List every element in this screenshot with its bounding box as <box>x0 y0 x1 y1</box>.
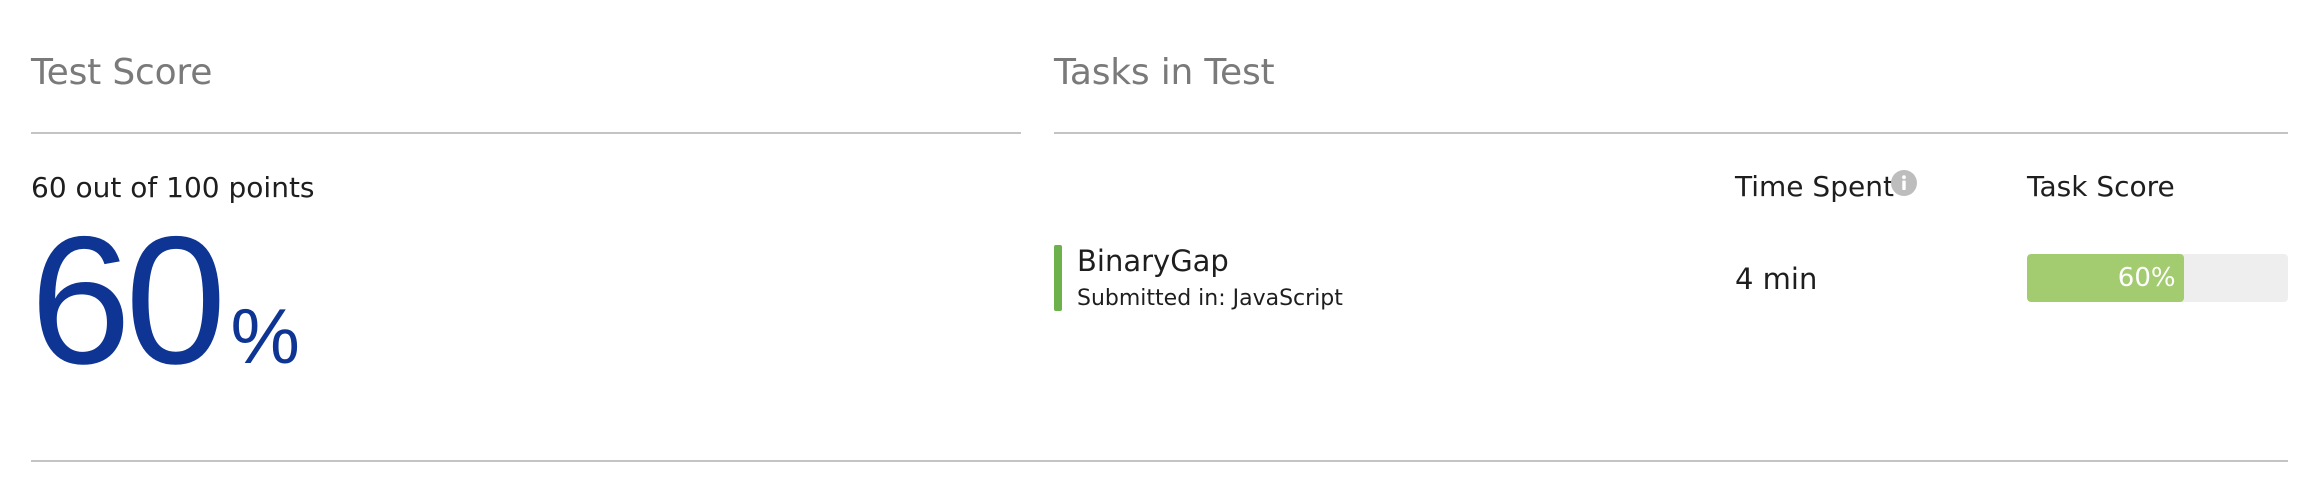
tasks-divider <box>1054 132 2288 134</box>
task-time-spent: 4 min <box>1735 262 1818 296</box>
bottom-divider <box>31 460 2288 462</box>
task-submitted-language: Submitted in: JavaScript <box>1077 286 1343 311</box>
overall-score: 60 % <box>30 198 300 402</box>
task-score-fill: 60% <box>2027 254 2184 302</box>
info-icon[interactable] <box>1891 170 1917 196</box>
task-score-header: Task Score <box>2027 170 2175 203</box>
task-score-label: 60% <box>2117 263 2176 293</box>
task-score-progress: 60% <box>2027 254 2288 302</box>
overall-score-value: 60 <box>30 198 226 402</box>
overall-score-percent-sign: % <box>230 292 300 380</box>
task-status-bar <box>1054 245 1062 311</box>
test-score-title: Test Score <box>31 52 213 93</box>
tasks-in-test-title: Tasks in Test <box>1054 52 1275 93</box>
test-score-divider <box>31 132 1021 134</box>
time-spent-header: Time Spent <box>1735 170 1894 203</box>
task-name-link[interactable]: BinaryGap <box>1077 244 1229 278</box>
